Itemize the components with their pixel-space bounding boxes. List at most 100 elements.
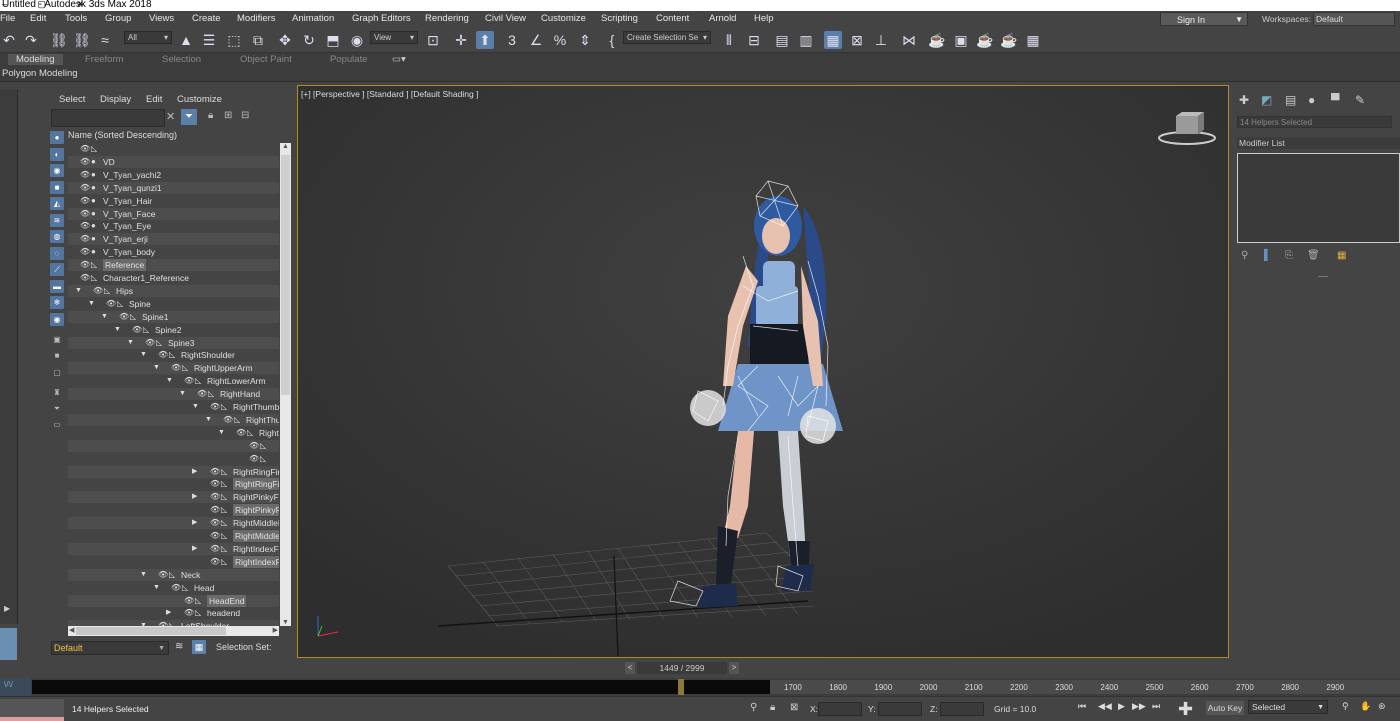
collapse-arrow-icon[interactable]: ▼	[75, 285, 82, 297]
selection-filter-dropdown[interactable]: All ▾	[124, 31, 172, 44]
tree-row-label[interactable]: RightPinkyFinger1	[233, 491, 279, 503]
window-crossing-icon[interactable]: ⧉	[249, 31, 267, 49]
layer-dropdown[interactable]: Default ▼	[51, 641, 169, 655]
visibility-eye-icon[interactable]: 👁︎	[80, 259, 90, 271]
tree-row[interactable]: ▼ 👁︎ ◺ Spine1	[68, 310, 279, 323]
select-by-name-icon[interactable]: ☰	[200, 31, 218, 49]
schematic-view-icon[interactable]: ⊥	[872, 31, 890, 49]
visibility-eye-icon[interactable]: 👁︎	[210, 530, 220, 542]
tree-row[interactable]: ▶ 👁︎◺ RightMiddleFinger1	[68, 517, 279, 530]
viewport-label[interactable]: [+] [Perspective ] [Standard ] [Default …	[301, 89, 478, 99]
tree-row[interactable]: ▶ 👁︎◺ RightPinkyFinger1	[68, 491, 279, 504]
selected-object-name-field[interactable]: 14 Helpers Selected	[1237, 116, 1392, 128]
light-filter-icon[interactable]: ◉	[50, 164, 64, 177]
go-to-end-icon[interactable]: ⏭	[1152, 701, 1160, 712]
show-end-result-icon[interactable]: ▌	[1264, 250, 1271, 261]
next-frame-icon[interactable]: >	[729, 662, 739, 674]
scroll-up-icon[interactable]: ▲	[282, 143, 289, 150]
scale-icon[interactable]: ⬒	[324, 31, 342, 49]
named-selection-sets-dropdown[interactable]: Create Selection Se ▾	[623, 31, 711, 44]
ribbon-tab-object-paint[interactable]: Object Paint	[240, 54, 292, 65]
isolate-icon[interactable]: ⚲	[750, 702, 757, 713]
tree-row-label[interactable]: RightMiddleFinger2	[233, 530, 279, 542]
hierarchy-icon[interactable]: ⊞	[224, 110, 232, 121]
bind-space-warp-icon[interactable]: ≈	[96, 31, 114, 49]
pin-stack-icon[interactable]: ⚲	[1241, 250, 1248, 261]
previous-key-icon[interactable]: ◀◀	[1098, 701, 1112, 712]
absolute-mode-icon[interactable]: ⊠	[790, 702, 798, 713]
visibility-eye-icon[interactable]: 👁︎	[158, 349, 168, 361]
collapse-arrow-icon[interactable]: ▼	[192, 401, 199, 413]
tree-row-label[interactable]: V_Tyan_qunzi1	[103, 182, 162, 194]
pan-icon[interactable]: ✋	[1360, 701, 1371, 712]
menu-help[interactable]: Help	[754, 13, 774, 24]
modifier-list-dropdown[interactable]: Modifier List	[1237, 137, 1400, 149]
tree-row[interactable]: 👁︎ ● V_Tyan_body	[68, 246, 279, 258]
snaps-toggle-icon[interactable]: 3	[503, 31, 521, 49]
undo-icon[interactable]: ↶	[0, 31, 18, 49]
collapse-arrow-icon[interactable]: ▼	[88, 298, 95, 310]
tree-row-label[interactable]: Reference	[103, 259, 147, 272]
visibility-eye-icon[interactable]: 👁︎	[119, 311, 129, 323]
menu-group[interactable]: Group	[105, 13, 131, 24]
tree-row[interactable]: ▶ 👁︎◺ RightIndexFinger1	[68, 542, 279, 555]
rect-selection-icon[interactable]: ⬚	[225, 31, 243, 49]
scroll-thumb[interactable]	[281, 155, 290, 395]
visibility-eye-icon[interactable]: 👁︎	[210, 517, 220, 529]
tree-row[interactable]: ▼ 👁︎◺ RightThumb3	[68, 427, 279, 439]
visibility-eye-icon[interactable]: 👁︎	[80, 143, 90, 155]
tree-row[interactable]: ▼ 👁︎ ◺ RightShoulder	[68, 349, 279, 361]
visibility-eye-icon[interactable]: 👁︎	[184, 607, 194, 619]
visibility-eye-icon[interactable]: 👁︎	[132, 324, 142, 336]
menu-modifiers[interactable]: Modifiers	[237, 13, 276, 24]
menu-customize[interactable]: Customize	[541, 13, 586, 24]
helper-filter-icon[interactable]: ◭	[50, 197, 64, 210]
ribbon-tab-modeling[interactable]: Modeling	[8, 54, 63, 65]
angle-snap-icon[interactable]: ∠	[527, 31, 545, 49]
collapse-arrow-icon[interactable]: ▼	[114, 324, 121, 336]
tree-row-label[interactable]: RightMiddleFinger1	[233, 517, 279, 529]
collapse-arrow-icon[interactable]: ▼	[68, 272, 69, 284]
percent-snap-icon[interactable]: %	[551, 31, 569, 49]
explorer-menu-display[interactable]: Display	[100, 94, 131, 105]
visibility-eye-icon[interactable]: 👁︎	[210, 504, 220, 516]
ribbon-tab-populate[interactable]: Populate	[330, 54, 368, 65]
select-manipulate-icon[interactable]: ✛	[452, 31, 470, 49]
filter-icon[interactable]: ⏷	[181, 109, 197, 125]
tree-row[interactable]: 👁︎◺ RightPinkyFinger2	[68, 504, 279, 517]
tree-row[interactable]: 👁︎◺ RightMiddleFinger2	[68, 530, 279, 542]
ribbon-tab-selection[interactable]: Selection	[162, 54, 201, 65]
collapse-arrow-icon[interactable]: ▼	[140, 349, 147, 361]
tree-row[interactable]: ▼ 👁︎ ◺ RightLowerArm	[68, 375, 279, 387]
tree-row[interactable]: ▼ 👁︎ ◺ Spine3	[68, 336, 279, 349]
mirror-icon[interactable]: ⫴	[720, 31, 738, 49]
auto-key-button[interactable]: Auto Key	[1206, 701, 1244, 715]
bone-filter-icon[interactable]: ⟋	[50, 263, 64, 276]
tree-row[interactable]: 👁︎ ◺	[68, 439, 279, 452]
tree-row-label[interactable]: Head	[194, 582, 214, 594]
remove-modifier-icon[interactable]: 🗑︎	[1307, 250, 1320, 261]
camera-filter-icon[interactable]: ■	[50, 181, 64, 194]
scroll-thumb[interactable]	[76, 627, 226, 635]
tree-row[interactable]: ▼ 👁︎ ◺ RightHand	[68, 388, 279, 401]
frozen-filter-icon[interactable]: ❄	[50, 296, 64, 309]
modifier-stack[interactable]	[1237, 153, 1400, 243]
menu-tools[interactable]: Tools	[65, 13, 87, 24]
selection-set-icon[interactable]: ▦	[192, 640, 206, 654]
tree-row-label[interactable]: Spine3	[168, 337, 194, 349]
tree-row-label[interactable]: RightIndexFinger1	[233, 543, 279, 555]
collapse-arrow-icon[interactable]: ▼	[101, 311, 108, 323]
menu-rendering[interactable]: Rendering	[425, 13, 469, 24]
align-icon[interactable]: ⊟	[745, 31, 763, 49]
utilities-tab-icon[interactable]: ✎	[1355, 93, 1365, 107]
tree-row[interactable]: 👁︎ ● VD	[68, 155, 279, 168]
create-tab-icon[interactable]: ✚	[1239, 93, 1249, 107]
modify-tab-icon[interactable]: ◩	[1261, 93, 1272, 107]
maxscript-listener[interactable]	[0, 699, 64, 721]
ribbon-tab-freeform[interactable]: Freeform	[85, 54, 124, 65]
tree-row[interactable]: 👁︎ ● V_Tyan_yachi2	[68, 169, 279, 181]
shape-filter-icon[interactable]: ◐	[50, 148, 64, 161]
frame-counter[interactable]: 1449 / 2999	[637, 662, 727, 674]
visibility-eye-icon[interactable]: 👁︎	[80, 156, 90, 168]
tree-row[interactable]: ▼ 👁︎◺ Character1_Reference	[68, 272, 279, 284]
